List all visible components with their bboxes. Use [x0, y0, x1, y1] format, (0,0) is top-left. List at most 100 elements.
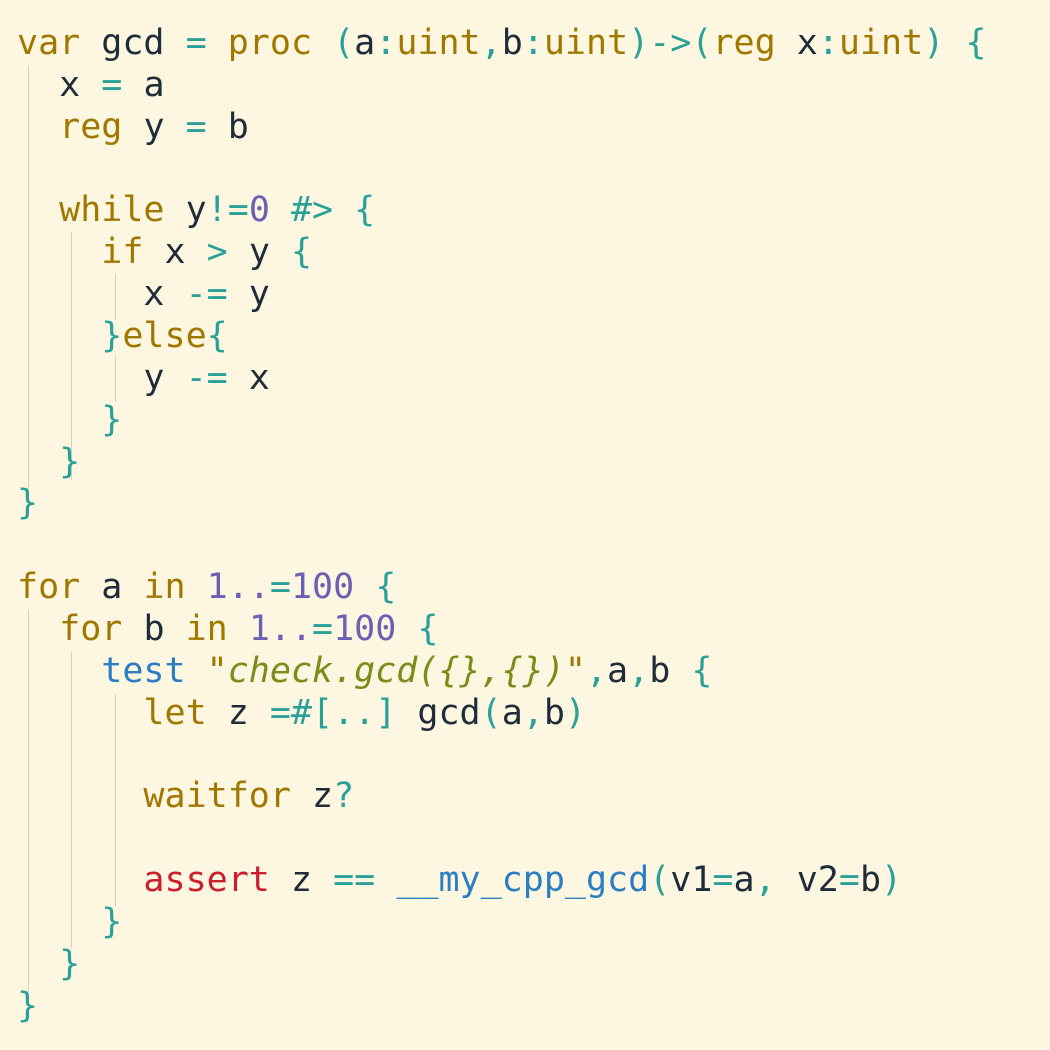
code-token: x [796, 23, 818, 63]
code-token: } [17, 943, 81, 984]
code-token: z [227, 692, 270, 733]
code-line[interactable]: } [17, 901, 122, 943]
code-line[interactable]: }else{ [17, 315, 228, 357]
code-line[interactable]: while y!=0 #> { [17, 189, 375, 231]
code-token: } [17, 901, 123, 942]
code-token: a [354, 23, 376, 63]
code-token: in [143, 567, 207, 608]
code-token: y [185, 190, 207, 231]
code-token: ) [564, 692, 586, 733]
code-token: x [17, 64, 102, 105]
code-token: { [290, 232, 313, 273]
code-token: ( [333, 23, 355, 63]
code-token: , [480, 23, 502, 63]
code-line[interactable]: let z =#[..] gcd(a,b) [17, 692, 586, 734]
code-token: ) { [923, 23, 987, 63]
code-line[interactable]: for b in 1..=100 { [17, 608, 438, 650]
code-token: 0 [248, 190, 291, 231]
code-token: -= [185, 357, 249, 398]
code-line[interactable]: var gcd = proc (a:uint,b:uint)->(reg x:u… [17, 22, 986, 64]
code-token: = [312, 608, 334, 649]
code-token: , [585, 650, 608, 691]
code-token: v2 [796, 860, 839, 900]
code-token: ? [333, 776, 355, 817]
code-token: a [143, 64, 165, 105]
code-token: == [333, 860, 397, 900]
code-token: z [290, 860, 334, 900]
code-line[interactable]: for a in 1..=100 { [17, 566, 396, 608]
code-token: __my_cpp_gcd [396, 860, 650, 900]
code-line[interactable]: } [17, 985, 38, 1027]
code-line[interactable]: x -= y [17, 273, 270, 315]
code-token: b [649, 650, 692, 691]
code-token: 1.. [206, 567, 270, 608]
code-token: y [248, 232, 291, 273]
code-line[interactable]: y -= x [17, 357, 270, 399]
code-token: 100 [290, 567, 376, 608]
code-editor[interactable]: var gcd = proc (a:uint,b:uint)->(reg x:u… [0, 0, 1050, 1050]
code-token: , [754, 860, 797, 900]
code-token: if [17, 232, 165, 273]
code-line[interactable]: if x > y { [17, 231, 312, 273]
code-token: { [417, 608, 439, 649]
code-token: -= [185, 274, 249, 315]
code-token: else [122, 315, 207, 356]
code-token: } [17, 399, 123, 440]
code-line[interactable]: assert z == __my_cpp_gcd(v1=a, v2=b) [17, 859, 902, 901]
code-token: = [185, 23, 228, 63]
code-token: while [17, 190, 186, 231]
code-token: check.gcd({},{}) [227, 650, 565, 691]
code-token: x [17, 274, 186, 315]
code-token: assert [17, 860, 291, 900]
code-token: } [17, 483, 39, 524]
code-token: uint [543, 23, 629, 63]
code-token: b [501, 23, 523, 63]
code-token: b [227, 106, 249, 147]
code-line[interactable]: } [17, 399, 122, 441]
code-token: ( [480, 692, 502, 733]
code-token: #> { [290, 190, 376, 231]
code-token: in [185, 608, 249, 649]
code-token: = [269, 567, 291, 608]
code-token: var [17, 23, 81, 63]
code-token: =#[..] [269, 692, 418, 733]
code-token: a [607, 650, 629, 691]
code-token: y [248, 274, 270, 315]
code-token: } [17, 985, 39, 1026]
code-token: a [733, 860, 755, 900]
code-token: : [375, 23, 397, 63]
code-token: , [522, 692, 544, 733]
code-token: test [17, 650, 207, 691]
code-line[interactable]: } [17, 943, 80, 985]
code-token: } [17, 441, 81, 482]
code-token: y [143, 106, 186, 147]
code-token: : [522, 23, 544, 63]
code-token: b [143, 608, 186, 649]
code-token: gcd [417, 692, 481, 733]
code-token: for [17, 567, 102, 608]
code-token: let [17, 692, 228, 733]
code-token: for [17, 608, 144, 649]
code-token: != [206, 190, 249, 231]
code-token: a [501, 692, 523, 733]
code-token: b [543, 692, 565, 733]
code-token: a [101, 567, 144, 608]
code-token: reg [17, 106, 144, 147]
code-line[interactable]: } [17, 441, 80, 483]
code-line[interactable]: } [17, 482, 38, 524]
code-token: x [164, 232, 207, 273]
code-token: x [248, 357, 270, 398]
code-token: uint [396, 23, 481, 63]
code-line[interactable]: reg y = b [17, 106, 249, 148]
code-token: proc [227, 23, 334, 63]
code-token: = [185, 106, 228, 147]
code-token: ( [649, 860, 671, 900]
code-line[interactable]: waitfor z? [17, 775, 354, 817]
code-line[interactable]: x = a [17, 64, 165, 106]
code-line[interactable]: test "check.gcd({},{})",a,b { [17, 650, 712, 692]
code-token: )->( [628, 23, 713, 63]
code-token: { [375, 567, 397, 608]
code-token: { [206, 315, 228, 356]
code-token: : [817, 23, 839, 63]
code-token: reg [712, 23, 797, 63]
